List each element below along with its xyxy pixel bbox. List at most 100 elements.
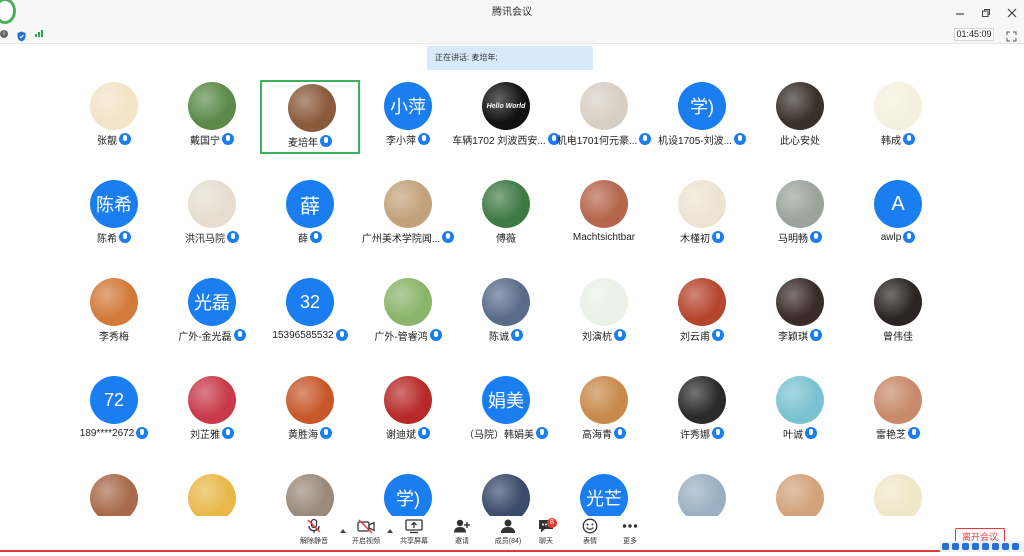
mic-icon bbox=[614, 329, 626, 341]
participant-name: 广外-金光磊 bbox=[178, 331, 232, 343]
avatar-initials: 陈希 bbox=[96, 195, 132, 215]
participant-tile[interactable]: 马明畅 bbox=[752, 172, 848, 258]
participant-name: 广州美术学院闻... bbox=[361, 233, 441, 245]
participant-name-row: 雷艳芝 bbox=[830, 426, 966, 441]
participant-name: 189****2672 bbox=[79, 427, 135, 439]
control-emoji[interactable]: 表情 bbox=[570, 518, 610, 554]
participant-tile[interactable]: Aawlp bbox=[850, 172, 946, 258]
participant-name: 机设1705-刘波... bbox=[658, 135, 732, 147]
participant-tile[interactable]: 李秀梅 bbox=[66, 270, 162, 356]
mic-icon bbox=[418, 133, 430, 145]
participant-tile[interactable]: 刘云甫 bbox=[654, 270, 750, 356]
participant-tile[interactable]: Hello World 车辆1702 刘波西安... bbox=[452, 74, 560, 160]
participant-name: 曾伟佳 bbox=[883, 331, 913, 343]
participant-tile[interactable]: 李颖琪 bbox=[752, 270, 848, 356]
participant-tile[interactable]: 曾伟佳 bbox=[850, 270, 946, 356]
participant-tile[interactable]: 傅薇 bbox=[458, 172, 554, 258]
participant-avatar bbox=[188, 82, 236, 130]
participant-tile[interactable]: 娟美 （马院）韩娟美 bbox=[458, 368, 554, 454]
participant-tile[interactable]: 高海青 bbox=[556, 368, 652, 454]
fullscreen-icon[interactable] bbox=[1006, 29, 1017, 47]
participant-tile[interactable]: 许秀娜 bbox=[654, 368, 750, 454]
participant-name: 雷艳芝 bbox=[876, 429, 906, 441]
mic-icon bbox=[320, 427, 332, 439]
control-label: 解除静音 bbox=[300, 538, 328, 545]
participant-tile[interactable]: 张靓 bbox=[66, 74, 162, 160]
meeting-toolbar: i 01:45:09 bbox=[0, 26, 1024, 44]
participant-tile[interactable]: 谢迪斌 bbox=[360, 368, 456, 454]
participant-tile[interactable]: 72 189****2672 bbox=[66, 368, 162, 454]
participant-avatar bbox=[188, 474, 236, 522]
system-tray bbox=[940, 541, 1024, 552]
participant-tile[interactable]: 陈希 陈希 bbox=[66, 172, 162, 258]
restore-icon[interactable] bbox=[980, 7, 992, 19]
control-chat[interactable]: 8 聊天 bbox=[526, 518, 566, 554]
participant-tile[interactable]: 陈诚 bbox=[458, 270, 554, 356]
participant-avatar bbox=[482, 278, 530, 326]
participant-name: 韩成 bbox=[881, 135, 901, 147]
active-speaker-banner: 正在讲话: 麦培年; bbox=[427, 46, 593, 70]
participant-tile[interactable]: 叶诚 bbox=[752, 368, 848, 454]
info-icon[interactable]: i bbox=[0, 30, 8, 38]
participant-tile[interactable]: 广外-管睿鸿 bbox=[360, 270, 456, 356]
control-mic-muted[interactable]: 解除静音 bbox=[294, 518, 334, 554]
chat-icon: 8 bbox=[526, 518, 566, 534]
shield-icon[interactable] bbox=[17, 29, 26, 47]
mic-icon bbox=[903, 133, 915, 145]
participant-tile[interactable]: 机电1701何元豪... bbox=[556, 74, 652, 160]
participant-tile[interactable]: 韩成 bbox=[850, 74, 946, 160]
participant-name: 洪汛马院 bbox=[185, 233, 225, 245]
participant-tile[interactable]: Machtsichtbar bbox=[556, 172, 652, 258]
participant-avatar: A bbox=[874, 180, 922, 228]
mic-icon bbox=[908, 427, 920, 439]
mic-icon bbox=[810, 329, 822, 341]
control-camera-off[interactable]: 开启视频 bbox=[346, 518, 386, 554]
participant-name: 叶诚 bbox=[783, 429, 803, 441]
control-more[interactable]: 更多 bbox=[610, 518, 650, 554]
participant-tile[interactable]: 学) 机设1705-刘波... bbox=[654, 74, 750, 160]
participant-avatar bbox=[580, 376, 628, 424]
mic-icon bbox=[805, 427, 817, 439]
participant-name: （马院）韩娟美 bbox=[464, 429, 534, 441]
chevron-up-icon[interactable] bbox=[340, 529, 346, 533]
participant-tile[interactable]: 黄胜海 bbox=[262, 368, 358, 454]
participant-avatar bbox=[286, 376, 334, 424]
participant-name: 木槿初 bbox=[680, 233, 710, 245]
avatar-initials: 72 bbox=[103, 389, 125, 410]
participant-avatar: 娟美 bbox=[482, 376, 530, 424]
participant-tile[interactable]: 刘芷雅 bbox=[164, 368, 260, 454]
participant-avatar bbox=[678, 278, 726, 326]
avatar-initials: 学) bbox=[396, 489, 420, 509]
minimize-icon[interactable] bbox=[954, 7, 966, 19]
mic-icon bbox=[119, 231, 131, 243]
control-label: 表情 bbox=[583, 538, 597, 545]
participant-avatar bbox=[90, 278, 138, 326]
participant-tile[interactable]: 广州美术学院闻... bbox=[360, 172, 456, 258]
participant-tile[interactable]: 刘演杭 bbox=[556, 270, 652, 356]
participant-tile[interactable]: 此心安处 bbox=[752, 74, 848, 160]
control-members[interactable]: 成员(84) bbox=[488, 518, 528, 554]
participant-tile[interactable]: 木槿初 bbox=[654, 172, 750, 258]
participant-name: 15396585532 bbox=[272, 329, 334, 341]
participant-avatar bbox=[286, 474, 334, 522]
participant-tile[interactable]: 小萍 李小萍 bbox=[360, 74, 456, 160]
participant-avatar bbox=[580, 82, 628, 130]
more-icon bbox=[610, 518, 650, 534]
mic-icon bbox=[810, 231, 822, 243]
control-share-screen[interactable]: 共享屏幕 bbox=[394, 518, 434, 554]
participant-tile[interactable]: 32 15396585532 bbox=[262, 270, 358, 356]
signal-icon bbox=[35, 30, 43, 37]
close-icon[interactable] bbox=[1006, 7, 1018, 19]
participant-tile[interactable]: 光磊 广外-金光磊 bbox=[164, 270, 260, 356]
participant-tile[interactable]: 洪汛马院 bbox=[164, 172, 260, 258]
participant-tile[interactable]: 雷艳芝 bbox=[850, 368, 946, 454]
participant-name-row: 韩成 bbox=[830, 132, 966, 147]
participant-name: 陈诚 bbox=[489, 331, 509, 343]
control-invite[interactable]: 邀请 bbox=[442, 518, 482, 554]
participant-name-row: 曾伟佳 bbox=[830, 328, 966, 343]
participant-avatar bbox=[188, 180, 236, 228]
participant-avatar: Hello World bbox=[482, 82, 530, 130]
participant-tile[interactable]: 薛薛 bbox=[262, 172, 358, 258]
chevron-up-icon[interactable] bbox=[387, 529, 393, 533]
participant-avatar: 陈希 bbox=[90, 180, 138, 228]
